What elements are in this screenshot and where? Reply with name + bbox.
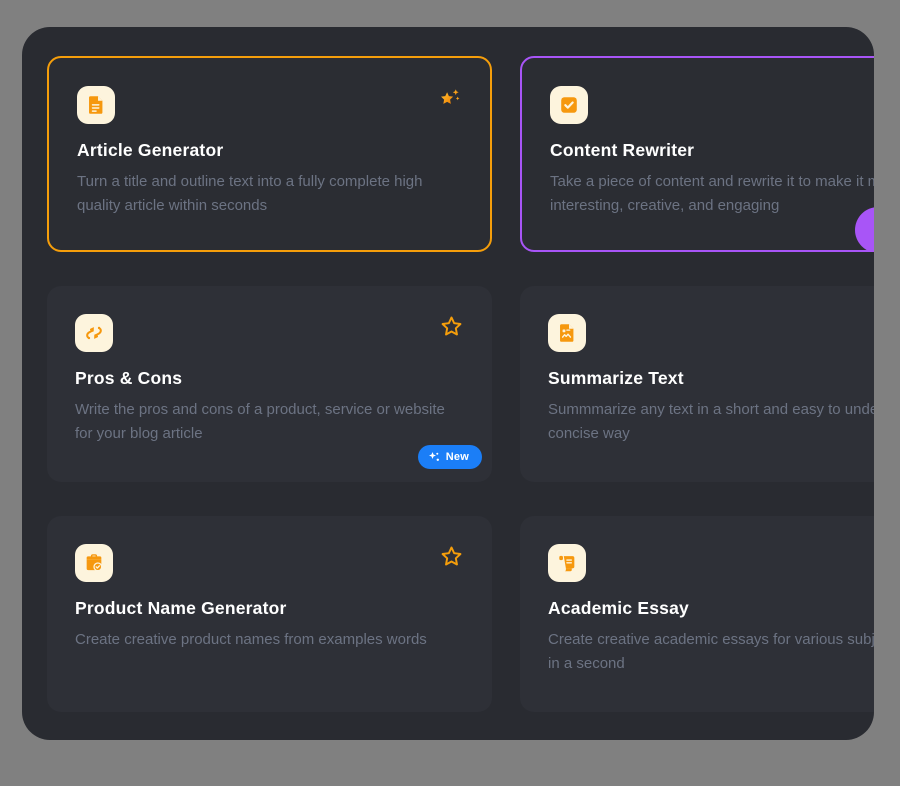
card-description: Turn a title and outline text into a ful…: [77, 170, 460, 218]
card-article-generator[interactable]: Article Generator Turn a title and outli…: [47, 56, 492, 252]
tools-grid: Article Generator Turn a title and outli…: [47, 56, 874, 712]
swap-arrows-icon: [75, 314, 113, 352]
card-pros-and-cons[interactable]: Pros & Cons Write the pros and cons of a…: [47, 286, 492, 482]
card-summarize-text[interactable]: Summarize Text Summmarize any text in a …: [520, 286, 874, 482]
checkbox-icon: [550, 86, 588, 124]
card-title: Content Rewriter: [550, 140, 874, 161]
card-description: Create creative academic essays for vari…: [548, 628, 874, 676]
card-title: Article Generator: [77, 140, 460, 161]
favorite-outline-star-icon[interactable]: [439, 544, 464, 569]
new-badge-label: New: [446, 451, 469, 463]
tools-panel: Article Generator Turn a title and outli…: [22, 27, 874, 740]
new-badge: New: [418, 445, 482, 469]
favorite-filled-star-icon[interactable]: [437, 86, 462, 111]
favorite-outline-star-icon[interactable]: [439, 314, 464, 339]
package-check-icon: [75, 544, 113, 582]
scroll-icon: [548, 544, 586, 582]
document-icon: [77, 86, 115, 124]
card-academic-essay[interactable]: Academic Essay Create creative academic …: [520, 516, 874, 712]
card-title: Pros & Cons: [75, 368, 462, 389]
summary-document-icon: [548, 314, 586, 352]
card-description: Take a piece of content and rewrite it t…: [550, 170, 874, 218]
page-background: Article Generator Turn a title and outli…: [0, 0, 900, 786]
card-description: Summmarize any text in a short and easy …: [548, 398, 874, 446]
sparkle-icon: [428, 451, 440, 463]
card-description: Write the pros and cons of a product, se…: [75, 398, 462, 446]
card-title: Summarize Text: [548, 368, 874, 389]
card-content-rewriter[interactable]: Content Rewriter Take a piece of content…: [520, 56, 874, 252]
card-product-name-generator[interactable]: Product Name Generator Create creative p…: [47, 516, 492, 712]
card-title: Academic Essay: [548, 598, 874, 619]
card-title: Product Name Generator: [75, 598, 462, 619]
card-description: Create creative product names from examp…: [75, 628, 462, 652]
